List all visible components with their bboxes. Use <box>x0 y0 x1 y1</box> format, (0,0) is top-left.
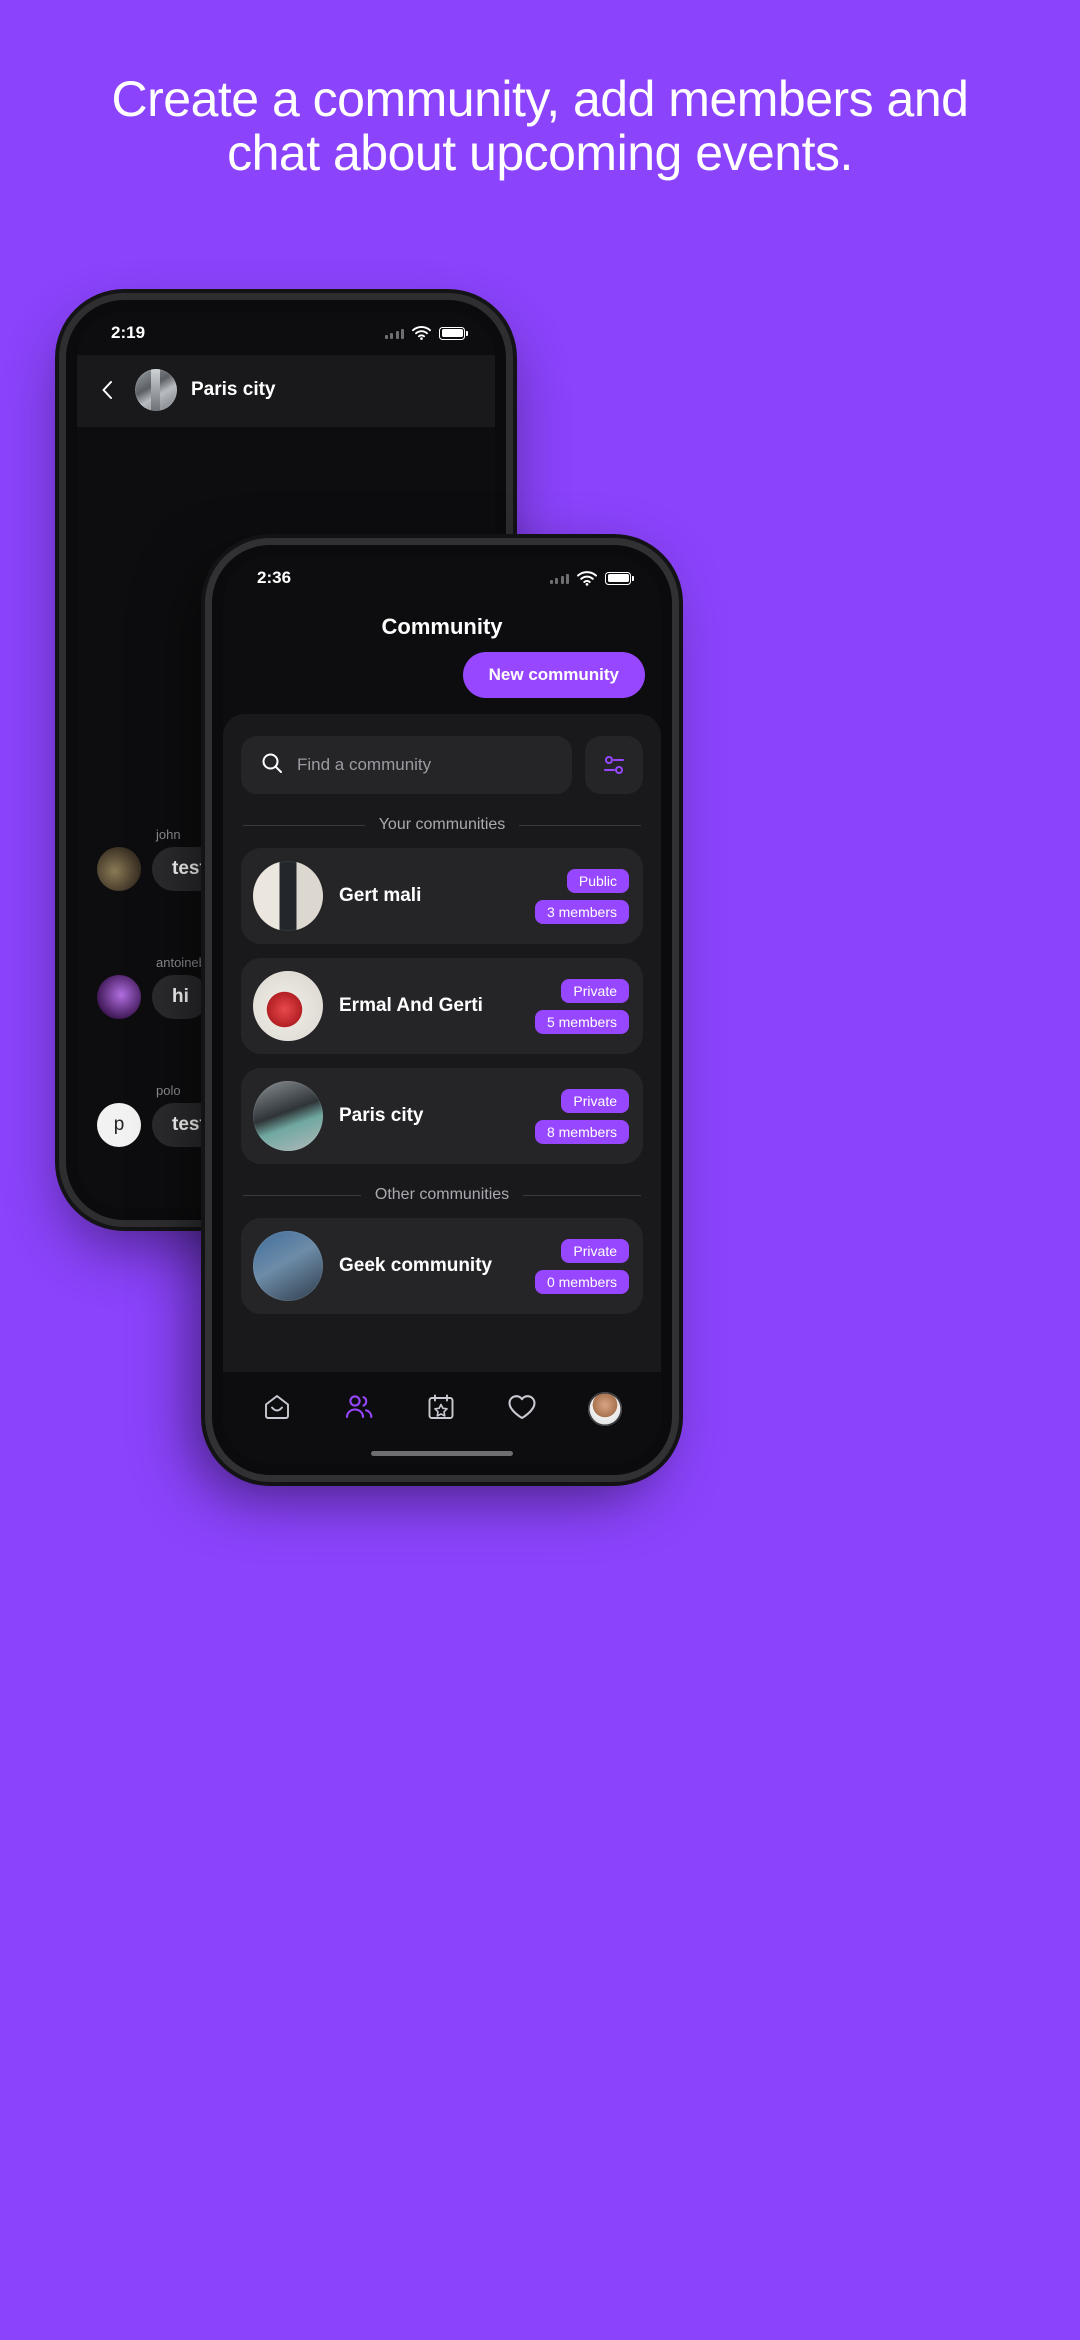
divider-line <box>243 824 365 826</box>
search-icon <box>261 752 283 779</box>
list-item[interactable]: Paris city Private 8 members <box>241 1068 643 1164</box>
heart-icon <box>507 1393 537 1426</box>
avatar <box>253 861 323 931</box>
search-row: Find a community <box>241 736 643 794</box>
chat-title: Paris city <box>191 379 276 400</box>
community-name: Paris city <box>339 1105 424 1126</box>
list-item: p polo test <box>97 1083 226 1147</box>
status-bar: 2:19 <box>77 311 495 355</box>
battery-icon <box>605 571 634 585</box>
list-item[interactable]: Geek community Private 0 members <box>241 1218 643 1314</box>
avatar: p <box>97 1103 141 1147</box>
battery-icon <box>439 326 468 340</box>
members-badge: 8 members <box>534 1119 629 1144</box>
community-panel: Find a community Your communities Gert m… <box>223 714 661 1464</box>
list-item[interactable]: Gert mali Public 3 members <box>241 848 643 944</box>
sidebar-item-people[interactable] <box>343 1392 375 1427</box>
list-item[interactable]: Ermal And Gerti Private 5 members <box>241 958 643 1054</box>
signal-dots-icon <box>549 573 569 584</box>
avatar <box>253 971 323 1041</box>
section-divider: Other communities <box>243 1186 642 1204</box>
section-label: Your communities <box>378 816 506 833</box>
wifi-icon <box>412 326 431 340</box>
divider-line <box>523 1194 642 1196</box>
phone-mockup-community: 2:36 Community New community Find a comm… <box>212 545 672 1475</box>
status-badge: Private <box>561 1088 629 1113</box>
calendar-star-icon <box>426 1392 456 1427</box>
status-time: 2:19 <box>111 323 146 342</box>
inbox-icon <box>262 1392 292 1427</box>
signal-dots-icon <box>384 328 404 339</box>
community-name: Gert mali <box>339 885 422 906</box>
members-badge: 3 members <box>534 899 629 924</box>
community-name: Geek community <box>339 1255 493 1276</box>
list-item: antoinebaqu hi <box>97 955 228 1019</box>
section-divider: Your communities <box>243 816 642 834</box>
sidebar-item-profile[interactable] <box>587 1392 622 1426</box>
people-icon <box>343 1392 375 1427</box>
profile-avatar <box>587 1392 622 1426</box>
avatar <box>253 1231 323 1301</box>
members-badge: 0 members <box>534 1269 629 1294</box>
community-screen: 2:36 Community New community Find a comm… <box>223 556 661 1464</box>
filter-sliders-icon[interactable] <box>585 736 643 794</box>
page-title: Community <box>381 614 503 639</box>
divider-line <box>519 824 642 826</box>
community-name: Ermal And Gerti <box>339 995 483 1016</box>
new-community-row: New community <box>223 652 661 714</box>
chevron-left-icon[interactable] <box>95 377 121 403</box>
divider-line <box>243 1194 361 1196</box>
members-badge: 5 members <box>534 1009 629 1034</box>
search-placeholder: Find a community <box>297 755 432 774</box>
sidebar-item-home[interactable] <box>262 1392 292 1427</box>
chat-header: Paris city <box>77 355 495 427</box>
section-label: Other communities <box>374 1186 510 1203</box>
sidebar-item-events[interactable] <box>426 1392 456 1427</box>
status-bar: 2:36 <box>223 556 661 600</box>
status-badge: Private <box>561 1238 629 1263</box>
wifi-icon <box>577 570 597 586</box>
home-indicator <box>371 1451 513 1456</box>
avatar <box>135 369 177 411</box>
search-input[interactable]: Find a community <box>241 736 572 794</box>
avatar <box>97 975 141 1019</box>
avatar <box>97 847 141 891</box>
sidebar-item-favorites[interactable] <box>507 1393 537 1426</box>
message-bubble: hi <box>152 975 209 1019</box>
status-badge: Private <box>561 978 629 1003</box>
page-title: Create a community, add members and chat… <box>111 71 969 181</box>
status-badge: Public <box>566 868 629 893</box>
status-time: 2:36 <box>257 568 292 587</box>
list-item: john test <box>97 827 226 891</box>
avatar <box>253 1081 323 1151</box>
new-community-button[interactable]: New community <box>462 652 645 698</box>
